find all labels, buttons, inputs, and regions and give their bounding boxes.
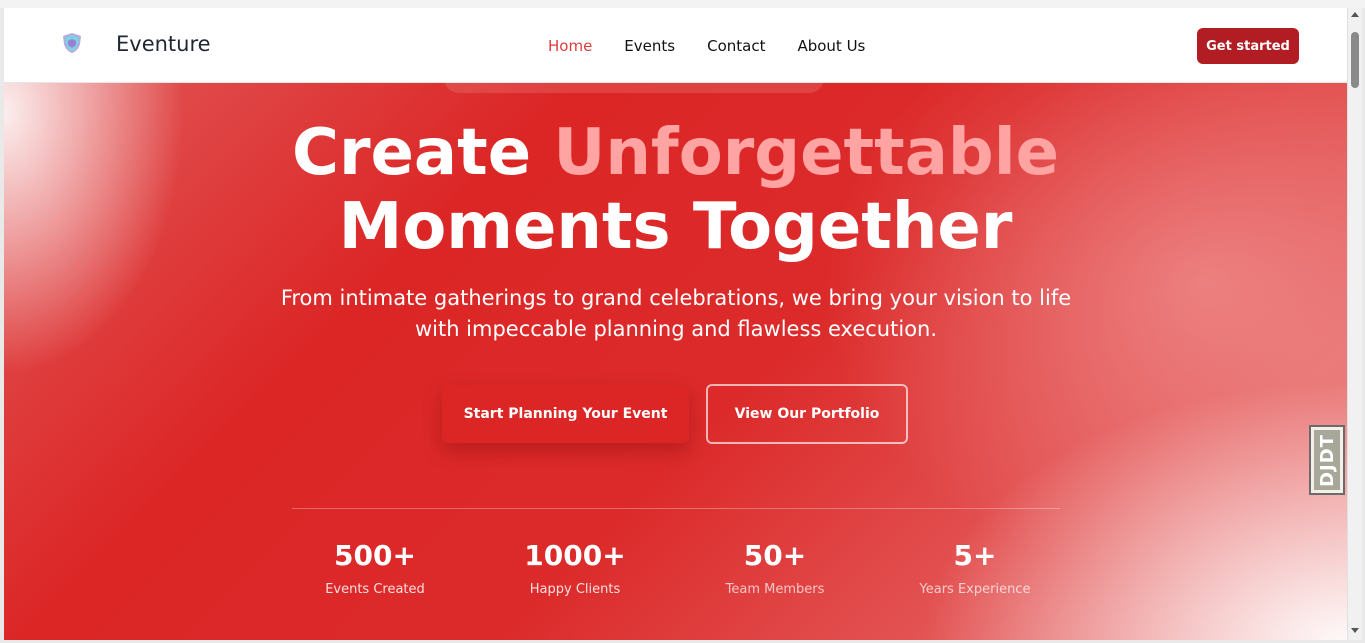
stat-value: 1000+	[524, 539, 626, 572]
browser-bookmarks-strip	[0, 0, 1365, 8]
scroll-down-arrow-icon[interactable]	[1351, 628, 1359, 633]
start-planning-button[interactable]: Start Planning Your Event	[442, 385, 689, 443]
hero-title-accent: Unforgettable	[553, 116, 1060, 190]
hero-title-line2: Moments Together	[338, 190, 1013, 264]
stat-item: 5+ Years Experience	[875, 539, 1075, 598]
navbar: Eventure Home Events Contact About Us Ge…	[4, 8, 1347, 83]
stat-value: 500+	[334, 539, 416, 572]
hero-section: Create Unforgettable Moments Together Fr…	[4, 83, 1347, 640]
debug-toolbar-label: DJDT	[1316, 433, 1338, 487]
hero-title: Create Unforgettable Moments Together	[4, 116, 1347, 264]
debug-toolbar-toggle[interactable]: DJDT	[1309, 425, 1345, 495]
hero-title-part1: Create	[291, 116, 532, 190]
view-portfolio-button[interactable]: View Our Portfolio	[706, 384, 908, 444]
nav-link-about-us[interactable]: About Us	[797, 37, 865, 55]
stat-label: Team Members	[725, 582, 825, 597]
nav-link-home[interactable]: Home	[548, 37, 592, 55]
vertical-scrollbar[interactable]	[1347, 8, 1362, 640]
hero-glow-decoration	[444, 83, 824, 93]
scroll-up-arrow-icon[interactable]	[1351, 12, 1359, 17]
main-nav: Home Events Contact About Us	[548, 37, 865, 55]
scrollbar-thumb[interactable]	[1351, 32, 1359, 88]
stat-item: 50+ Team Members	[675, 539, 875, 598]
debug-toolbar-badge: DJDT	[1314, 430, 1340, 490]
nav-link-contact[interactable]: Contact	[707, 37, 765, 55]
stat-label: Happy Clients	[529, 582, 621, 597]
stat-item: 500+ Events Created	[275, 539, 475, 598]
stat-value: 5+	[953, 539, 997, 572]
stat-label: Events Created	[325, 582, 425, 597]
stat-value: 50+	[743, 539, 807, 572]
hero-subtitle: From intimate gatherings to grand celebr…	[280, 286, 1072, 341]
stat-item: 1000+ Happy Clients	[475, 539, 675, 598]
stats-row: 500+ Events Created 1000+ Happy Clients …	[275, 539, 1075, 598]
shield-logo-icon[interactable]	[61, 32, 83, 54]
stat-label: Years Experience	[919, 582, 1031, 597]
stats-divider	[292, 508, 1060, 509]
page-viewport: Eventure Home Events Contact About Us Ge…	[4, 8, 1347, 640]
get-started-button[interactable]: Get started	[1197, 28, 1299, 64]
brand-name[interactable]: Eventure	[116, 32, 211, 56]
nav-link-events[interactable]: Events	[624, 37, 675, 55]
